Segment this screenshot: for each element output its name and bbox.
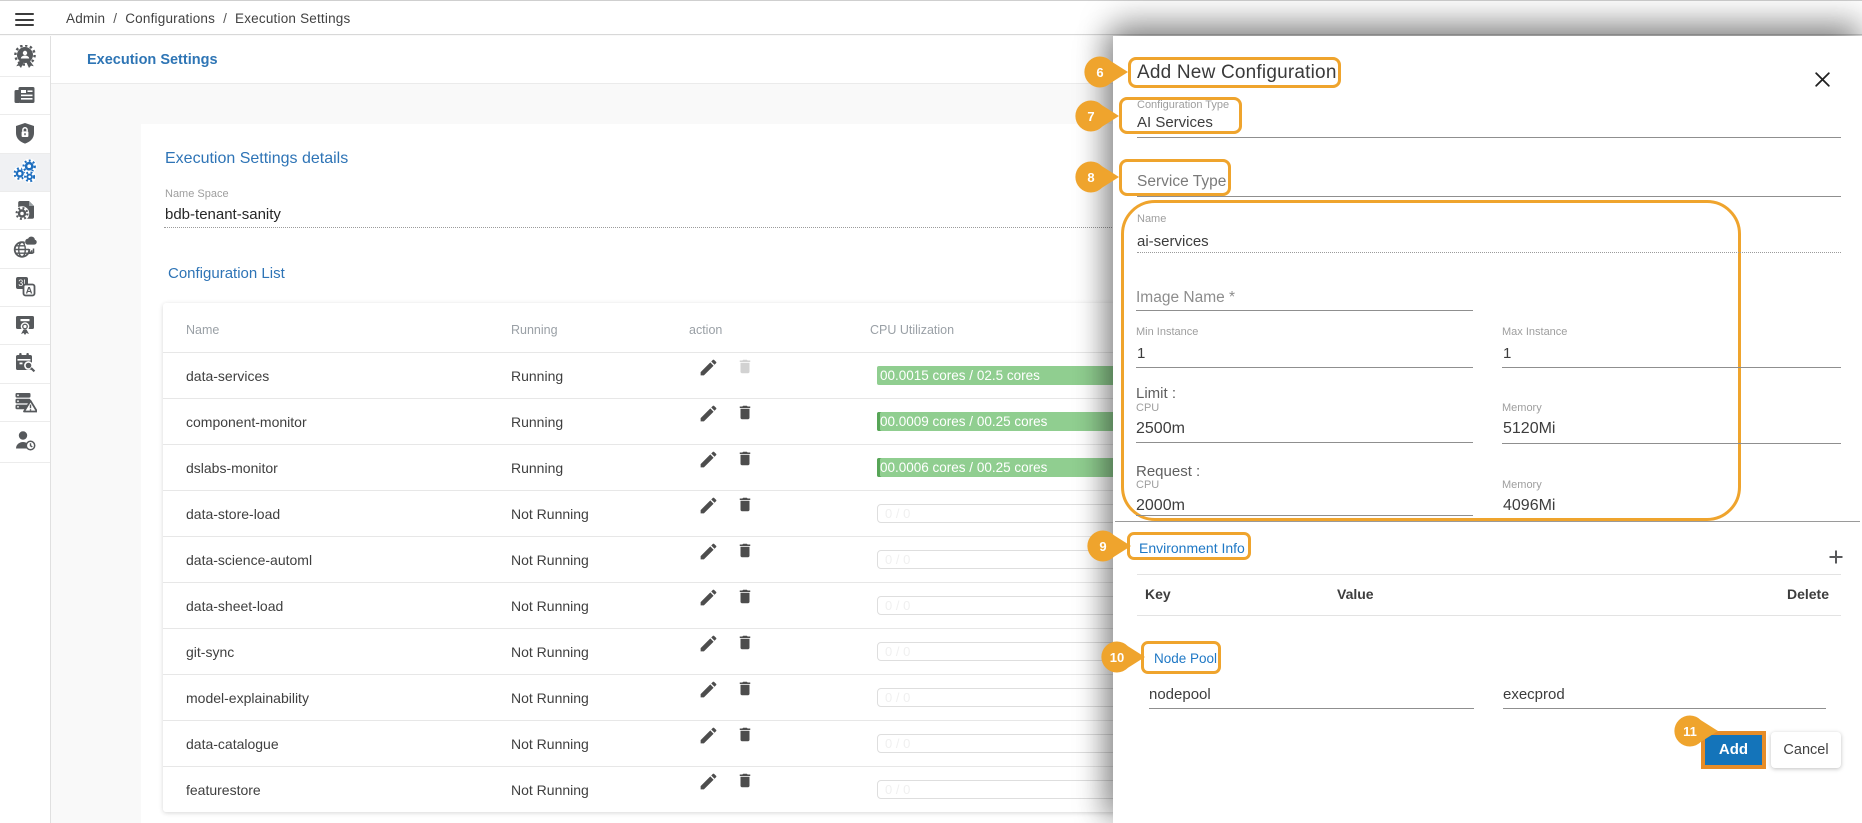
svg-text:7: 7: [1087, 109, 1094, 124]
svg-text:A: A: [26, 286, 33, 297]
svg-text:11: 11: [1683, 724, 1697, 739]
svg-text:9: 9: [1099, 539, 1106, 554]
svg-text:10: 10: [1110, 650, 1124, 665]
svg-text:6: 6: [1096, 65, 1103, 80]
svg-text:8: 8: [1087, 170, 1094, 185]
